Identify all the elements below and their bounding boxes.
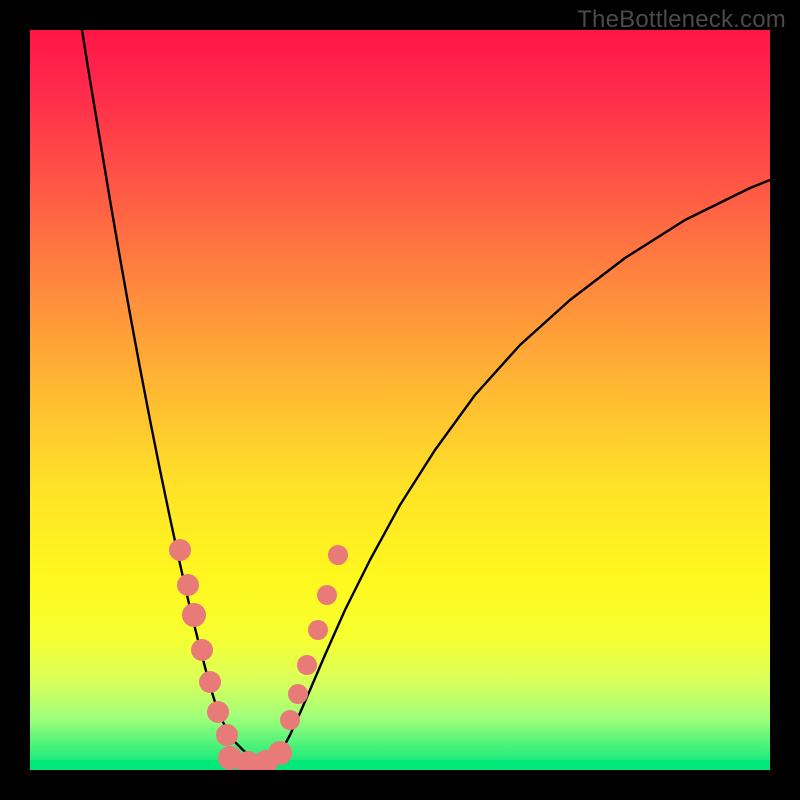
curve-paths: [82, 30, 770, 766]
data-dot: [328, 545, 348, 565]
plot-area: [30, 30, 770, 770]
scatter-dots: [169, 539, 348, 770]
data-dot: [297, 655, 317, 675]
data-dot: [288, 684, 308, 704]
data-dot: [191, 639, 213, 661]
chart-frame: TheBottleneck.com: [0, 0, 800, 800]
data-dot: [169, 539, 191, 561]
curve-layer: [30, 30, 770, 770]
data-dot: [182, 603, 206, 627]
data-dot: [207, 701, 229, 723]
data-dot: [199, 671, 221, 693]
bottleneck-curve: [82, 30, 770, 766]
data-dot: [317, 585, 337, 605]
data-dot: [177, 574, 199, 596]
data-dot: [216, 724, 238, 746]
data-dot: [308, 620, 328, 640]
data-dot: [268, 741, 292, 765]
data-dot: [280, 710, 300, 730]
